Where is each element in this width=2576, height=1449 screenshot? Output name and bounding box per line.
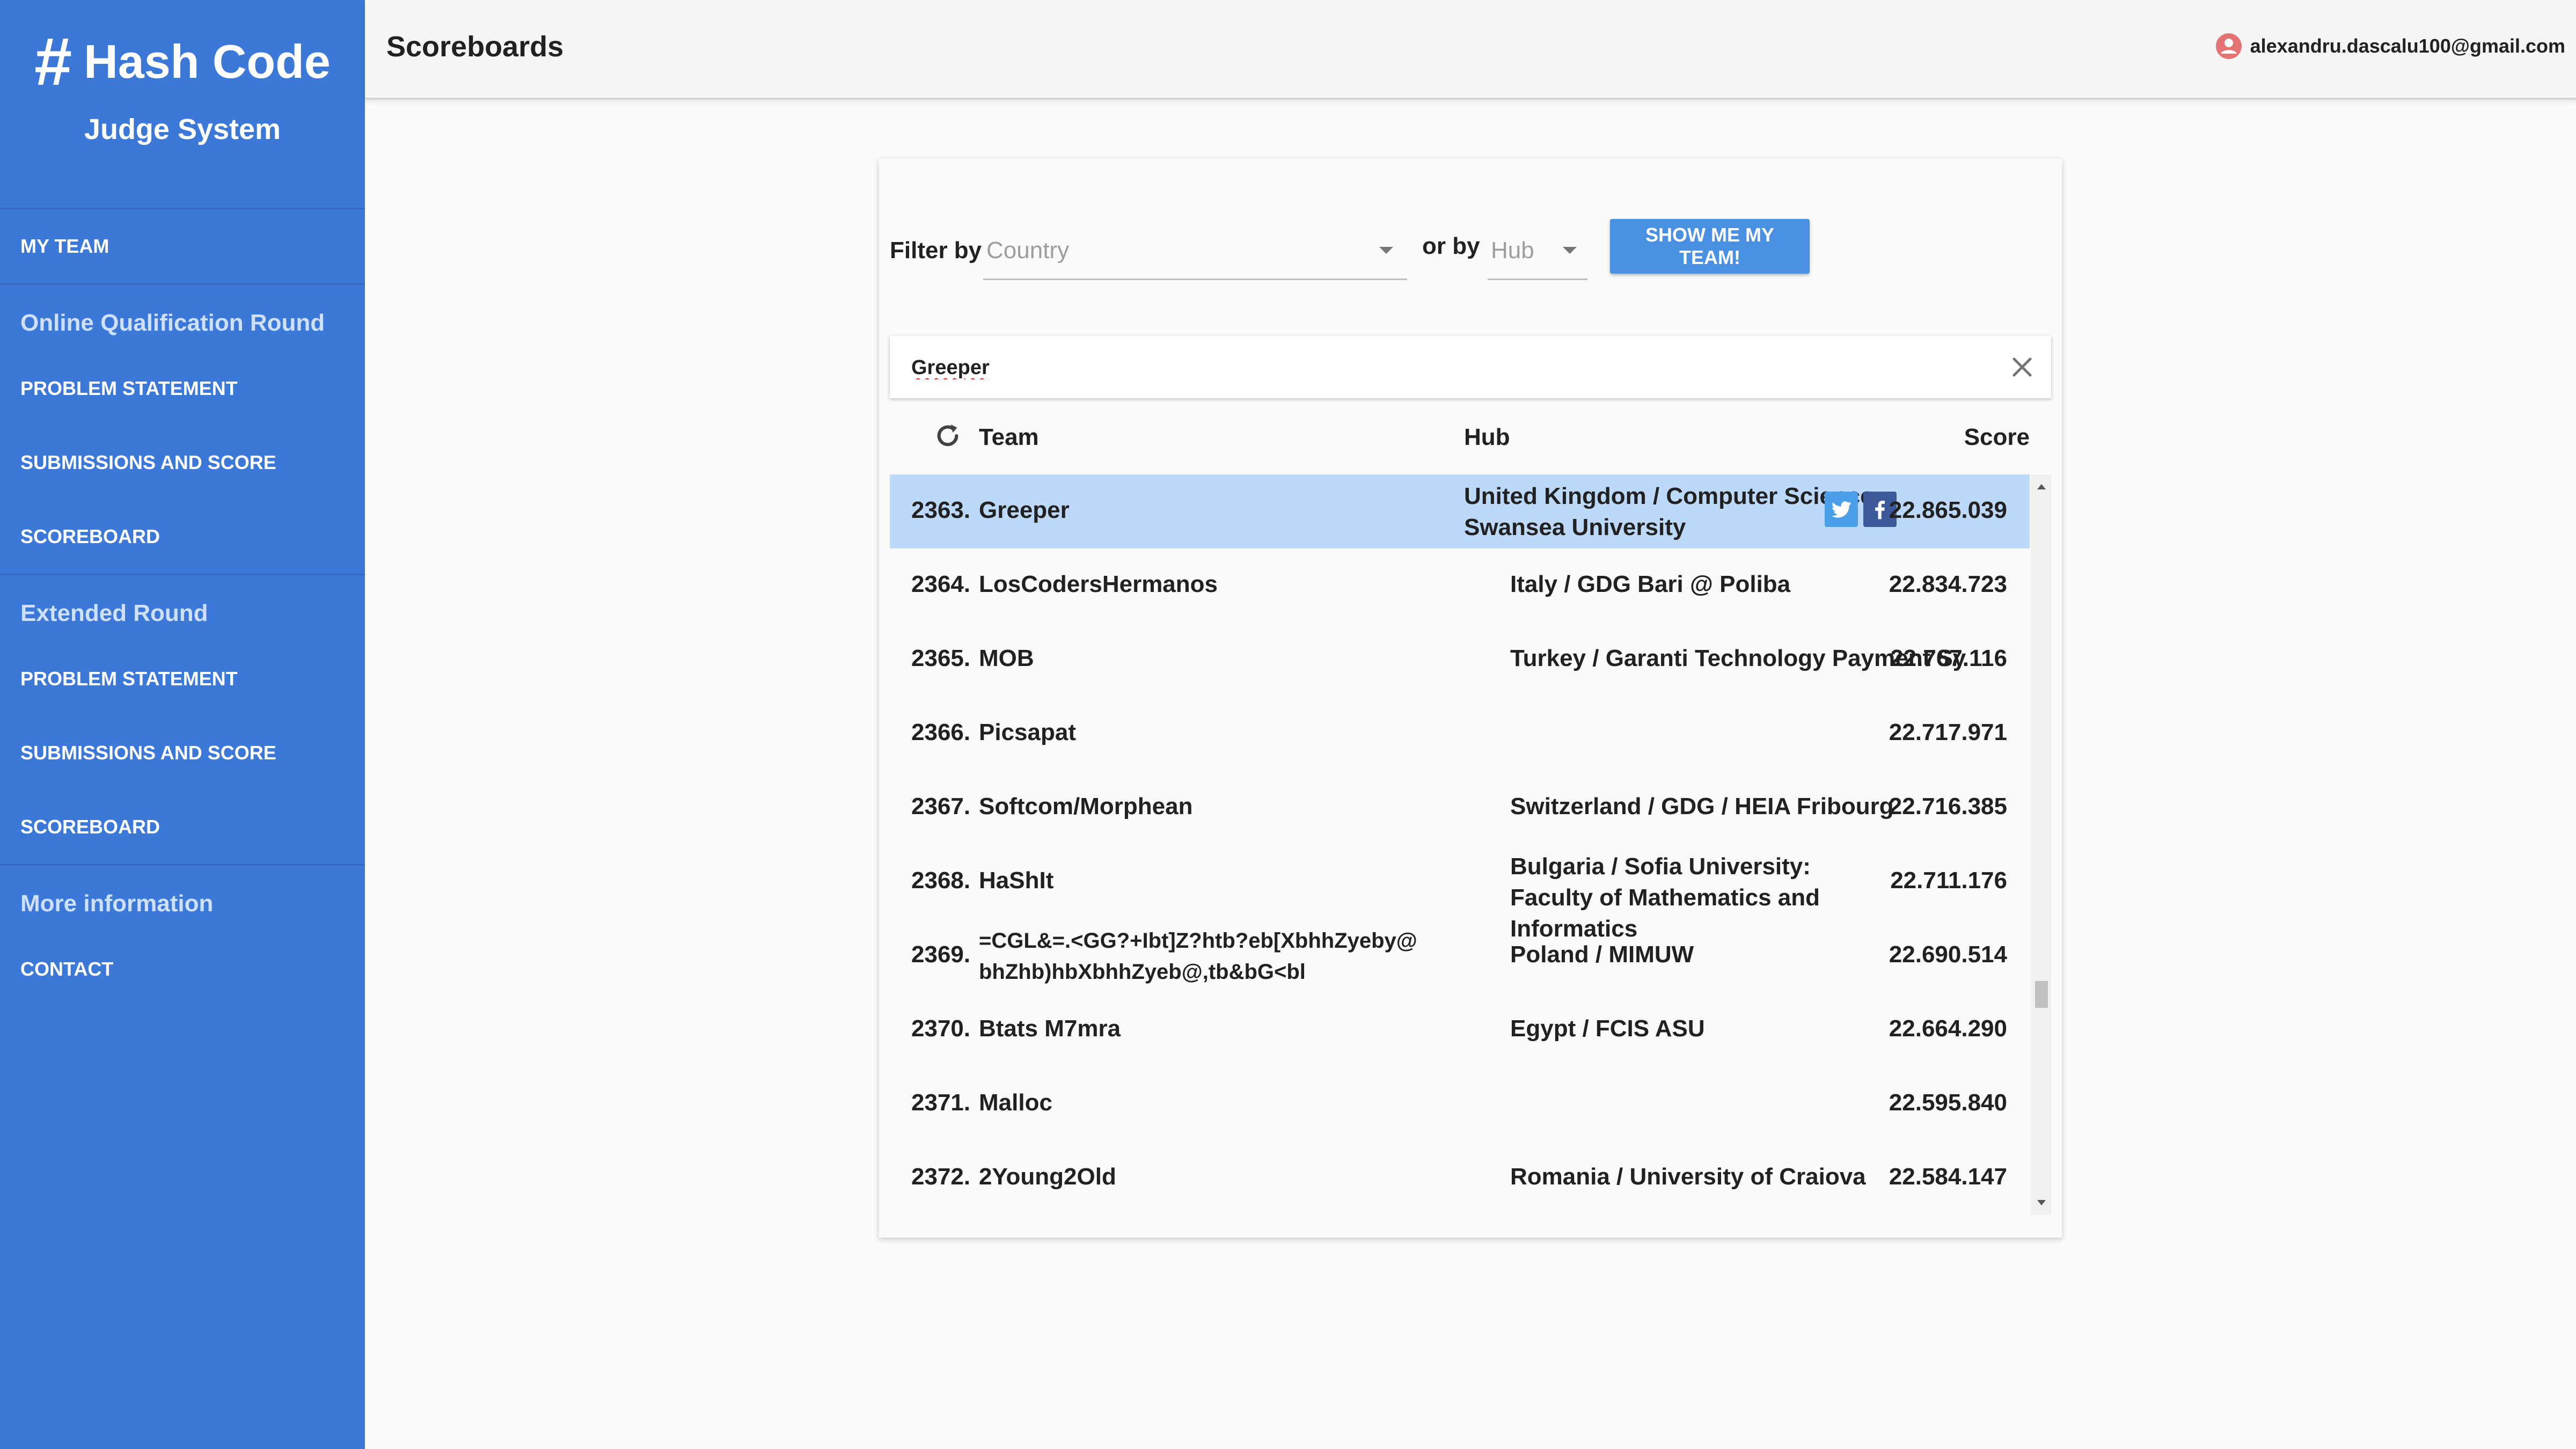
or-by-label: or by xyxy=(1422,233,1480,259)
top-bar: Scoreboards alexandru.dascalu100@gmail.c… xyxy=(365,0,2576,100)
row-rank: 2363. xyxy=(911,497,971,523)
twitter-icon[interactable] xyxy=(1825,492,1858,527)
nav-group-my-team: MY TEAM xyxy=(0,209,365,285)
team-search-input[interactable] xyxy=(910,354,1930,381)
hub-select-value: Hub xyxy=(1491,237,1534,264)
row-rank: 2365. xyxy=(911,645,971,671)
country-select[interactable]: Country xyxy=(983,221,1407,280)
filter-row: Filter by Country or by Hub SHOW ME MY T… xyxy=(890,219,2049,280)
row-score: 22.834.723 xyxy=(1889,571,2007,597)
user-icon xyxy=(2215,33,2242,59)
user-email: alexandru.dascalu100@gmail.com xyxy=(2250,35,2565,57)
table-row[interactable]: 2370. Btats M7mra Egypt / FCIS ASU 22.66… xyxy=(890,993,2030,1067)
table-row[interactable]: 2366. Picsapat 22.717.971 xyxy=(890,697,2030,771)
row-rank: 2370. xyxy=(911,1015,971,1042)
scoreboard-rows: 2363. Greeper United Kingdom / Computer … xyxy=(890,474,2030,1215)
row-team: Softcom/Morphean xyxy=(979,793,1193,819)
nav-online-scoreboard[interactable]: SCOREBOARD xyxy=(0,500,365,574)
row-score: 22.716.385 xyxy=(1889,793,2007,819)
nav-extended-problem-statement[interactable]: PROBLEM STATEMENT xyxy=(0,642,365,716)
nav-group-online: Online Qualification Round PROBLEM STATE… xyxy=(0,285,365,575)
scroll-thumb[interactable] xyxy=(2035,981,2048,1008)
nav-section-extended: Extended Round xyxy=(20,600,208,626)
nav-extended-submissions[interactable]: SUBMISSIONS AND SCORE xyxy=(0,716,365,790)
row-rank: 2366. xyxy=(911,719,971,745)
row-rank: 2372. xyxy=(911,1163,971,1190)
row-score: 22.584.147 xyxy=(1889,1163,2007,1190)
row-score: 22.865.039 xyxy=(1889,497,2007,523)
table-header: Team Hub Score xyxy=(890,411,2051,470)
row-rank: 2367. xyxy=(911,793,971,819)
table-row[interactable]: 2368. HaShIt Bulgaria / Sofia University… xyxy=(890,845,2030,942)
rows-scrollbar[interactable] xyxy=(2031,474,2051,1215)
sidebar: # Hash Code Judge System MY TEAM Online … xyxy=(0,0,365,1449)
nav-group-more: More information CONTACT xyxy=(0,866,365,1006)
refresh-icon[interactable] xyxy=(933,421,963,451)
nav-extended-scoreboard[interactable]: SCOREBOARD xyxy=(0,790,365,864)
show-my-team-button[interactable]: SHOW ME MY TEAM! xyxy=(1610,219,1810,274)
team-search-box xyxy=(890,336,2051,398)
table-row[interactable]: 2369. =CGL&=.<GG?+Ibt]Z?htb?eb[XbhhZyeby… xyxy=(890,919,2030,993)
chevron-down-icon xyxy=(1379,247,1393,254)
scroll-up-icon[interactable] xyxy=(2037,484,2046,489)
row-hub: United Kingdom / Computer Science Swanse… xyxy=(1464,483,1874,540)
page-title: Scoreboards xyxy=(386,31,564,63)
row-score: 22.711.176 xyxy=(1890,867,2007,894)
row-score: 22.717.971 xyxy=(1889,719,2007,745)
row-score: 22.664.290 xyxy=(1889,1015,2007,1042)
table-row[interactable]: 2371. Malloc 22.595.840 xyxy=(890,1067,2030,1141)
row-rank: 2364. xyxy=(911,571,971,597)
nav-section-online: Online Qualification Round xyxy=(20,310,325,336)
row-team: HaShIt xyxy=(979,867,1054,894)
row-team: Malloc xyxy=(979,1089,1052,1116)
row-team: MOB xyxy=(979,645,1034,671)
hash-code-logo[interactable]: # Hash Code xyxy=(0,21,365,102)
chevron-down-icon xyxy=(1563,247,1577,254)
hub-select[interactable]: Hub xyxy=(1488,221,1587,280)
column-header-team[interactable]: Team xyxy=(979,424,1039,451)
row-team: Picsapat xyxy=(979,719,1076,745)
hash-logo-icon: # xyxy=(34,24,72,99)
row-score: 22.767.116 xyxy=(1890,645,2007,671)
brand-subtitle: Judge System xyxy=(84,113,281,145)
row-team: 2Young2Old xyxy=(979,1163,1116,1190)
column-header-hub[interactable]: Hub xyxy=(1464,424,1510,451)
row-rank: 2371. xyxy=(911,1089,971,1116)
nav-contact[interactable]: CONTACT xyxy=(0,932,365,1006)
row-team: LosCodersHermanos xyxy=(979,571,1218,597)
column-header-score[interactable]: Score xyxy=(1964,424,2030,451)
scroll-down-icon[interactable] xyxy=(2037,1200,2046,1205)
nav-my-team[interactable]: MY TEAM xyxy=(0,209,365,283)
user-account[interactable]: alexandru.dascalu100@gmail.com xyxy=(2215,33,2565,59)
table-row[interactable]: 2372. 2Young2Old Romania / University of… xyxy=(890,1141,2030,1215)
brand: # Hash Code Judge System xyxy=(0,0,365,209)
row-rank: 2369. xyxy=(911,941,971,968)
scoreboard-card: Filter by Country or by Hub SHOW ME MY T… xyxy=(879,159,2062,1238)
row-team: Greeper xyxy=(979,497,1070,523)
table-row[interactable]: 2367. Softcom/Morphean Switzerland / GDG… xyxy=(890,771,2030,845)
nav-online-problem-statement[interactable]: PROBLEM STATEMENT xyxy=(0,352,365,426)
table-row[interactable]: 2365. MOB Turkey / Garanti Technology Pa… xyxy=(890,623,2030,697)
close-icon[interactable] xyxy=(2008,353,2036,381)
filter-by-label: Filter by xyxy=(890,237,982,264)
country-select-value: Country xyxy=(986,237,1070,264)
row-team: =CGL&=.<GG?+Ibt]Z?htb?eb[XbhhZyeby@bhZhb… xyxy=(979,929,1417,984)
table-row[interactable]: 2364. LosCodersHermanos Italy / GDG Bari… xyxy=(890,548,2030,623)
nav-section-more: More information xyxy=(20,890,214,917)
share-buttons xyxy=(1825,492,1897,527)
row-score: 22.690.514 xyxy=(1889,941,2007,968)
nav-group-extended: Extended Round PROBLEM STATEMENT SUBMISS… xyxy=(0,575,365,866)
nav-online-submissions[interactable]: SUBMISSIONS AND SCORE xyxy=(0,426,365,500)
brand-name: Hash Code xyxy=(84,35,331,88)
row-score: 22.595.840 xyxy=(1889,1089,2007,1116)
row-team: Btats M7mra xyxy=(979,1015,1121,1042)
table-row[interactable]: 2363. Greeper United Kingdom / Computer … xyxy=(890,474,2030,548)
row-rank: 2368. xyxy=(911,867,971,894)
